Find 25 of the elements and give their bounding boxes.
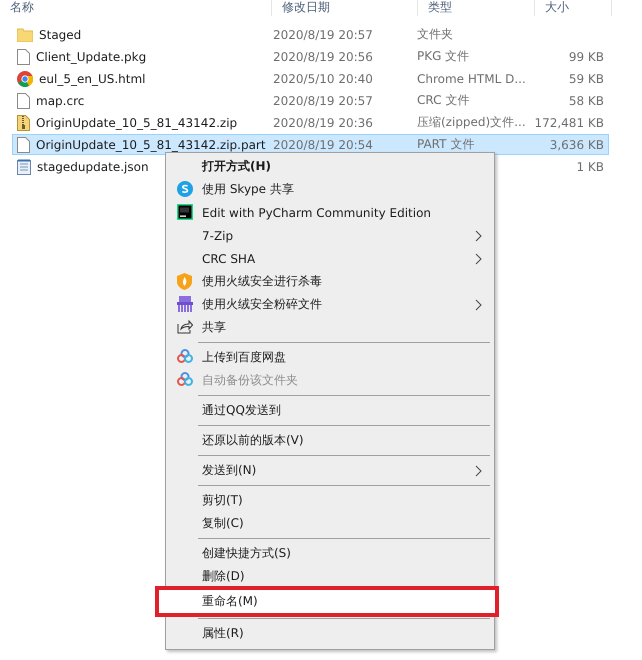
file-name: eul_5_en_US.html <box>39 72 146 86</box>
file-name: Staged <box>39 28 82 42</box>
file-type: PART 文件 <box>416 137 474 151</box>
file-size: 1 KB <box>575 160 604 174</box>
file-name: map.crc <box>36 94 84 108</box>
modified-date: 2020/8/19 20:54 <box>272 138 373 152</box>
file-type: PKG 文件 <box>416 49 470 63</box>
modified-date: 2020/8/19 20:36 <box>272 116 373 130</box>
file-name: Client_Update.pkg <box>36 50 146 64</box>
file-size: 172,481 KB <box>533 116 604 130</box>
modified-date: 2020/8/19 20:57 <box>272 28 373 42</box>
file-size: 3,636 KB <box>548 138 604 152</box>
file-size: 58 KB <box>568 94 604 108</box>
file-size: 99 KB <box>568 50 604 64</box>
file-type: Chrome HTML D... <box>416 72 526 86</box>
modified-date: 2020/5/10 20:40 <box>272 72 373 86</box>
modified-date: 2020/8/19 20:56 <box>272 50 373 64</box>
file-size: 59 KB <box>568 72 604 86</box>
file-name: OriginUpdate_10_5_81_43142.zip.part <box>36 138 266 152</box>
file-name: OriginUpdate_10_5_81_43142.zip <box>36 116 238 130</box>
file-type: CRC 文件 <box>416 93 470 107</box>
modified-date: 2020/8/19 20:57 <box>272 94 373 108</box>
file-name: stagedupdate.json <box>37 160 149 174</box>
file-type: 文件夹 <box>416 27 453 41</box>
file-type: 压缩(zipped)文件... <box>416 115 526 129</box>
